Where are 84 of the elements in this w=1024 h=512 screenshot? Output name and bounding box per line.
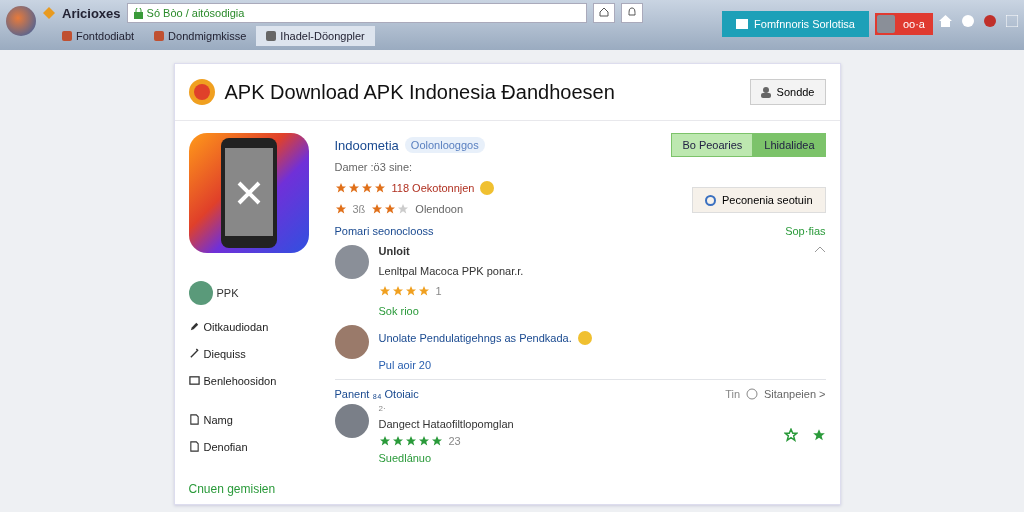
segment-button[interactable]: Bo Peoaries [671, 133, 754, 157]
sidebar-item[interactable]: Namg [188, 406, 311, 433]
star-icon [430, 435, 443, 447]
rating-count: 3ß [352, 203, 366, 215]
star-icon [391, 435, 404, 447]
profile-name: PPK [216, 287, 239, 299]
document-icon [188, 441, 200, 452]
browser-name: Aricioxes [62, 5, 121, 21]
document-icon [188, 414, 200, 425]
emoji-icon [577, 331, 592, 345]
star-icon [391, 285, 404, 297]
star-count: 1 [435, 285, 442, 297]
house-icon [598, 7, 609, 17]
comment-text: Dangect Hataofiltlopomglan [378, 418, 515, 430]
star-icon [404, 435, 417, 447]
star-icon [373, 182, 386, 194]
star-icon [378, 435, 391, 447]
avatar [334, 404, 369, 438]
sort-label: Tin [725, 388, 741, 400]
star-icon[interactable] [811, 428, 826, 442]
review-author: Unloit [378, 245, 411, 257]
address-field[interactable]: Só Bòo / aitósodigia [126, 3, 587, 23]
star-count: 23 [448, 435, 461, 447]
comment-rank: 2· [378, 404, 387, 413]
home-button[interactable] [592, 3, 615, 23]
bell-icon [626, 7, 637, 17]
star-icon [378, 285, 391, 297]
star-icon [384, 203, 397, 215]
sidebar-item[interactable]: Oitkaudiodan [188, 313, 311, 340]
star-icon [334, 203, 347, 215]
bell-button[interactable] [620, 3, 643, 23]
star-icon [417, 435, 430, 447]
lock-icon [133, 7, 143, 19]
emoji-icon [480, 181, 495, 195]
sidebar-item[interactable]: Diequiss [188, 340, 311, 367]
filter-link[interactable]: Sitanpeien > [764, 388, 826, 400]
browser-tab[interactable]: Fontdodiabt [52, 26, 145, 46]
rating-text: 118 Oekotonnjen [391, 182, 475, 194]
comment-status: Suedlánuo [378, 452, 433, 464]
rating-text: Olendoon [415, 203, 464, 215]
search-button[interactable]: Sondde [749, 79, 826, 105]
home-icon[interactable] [939, 15, 952, 27]
star-icon [397, 203, 410, 215]
star-icon [347, 182, 360, 194]
review-text: Lenltpal Macoca PPK ponar.r. [378, 265, 524, 277]
section-label: Pomari seonoclooss [334, 225, 434, 237]
pen-icon [188, 321, 200, 332]
chevron-up-icon[interactable] [813, 245, 826, 253]
browser-tab[interactable]: Dondmigmkisse [144, 26, 257, 46]
sidebar-item[interactable]: Benlehoosidon [188, 367, 311, 394]
star-icon [334, 182, 347, 194]
avatar [334, 325, 369, 359]
star-icon [371, 203, 384, 215]
app-logo-icon [188, 79, 215, 105]
browser-logo [6, 6, 36, 36]
card-icon [188, 375, 200, 386]
tab-icon [62, 31, 72, 41]
category-tag: Oolonlooggos [404, 137, 485, 153]
avatar [334, 245, 369, 279]
star-icon [360, 182, 373, 194]
wand-icon [188, 348, 200, 359]
browser-tab[interactable]: Ihadel-Döongpler [256, 26, 375, 46]
section-label: Panent ₈₄ Otoiaic [334, 388, 419, 400]
reply-text: Unolate Pendulatigehngs as Pendkada. [378, 332, 572, 344]
avatar [188, 281, 213, 305]
reply-meta: Pul aoir 20 [378, 359, 433, 371]
review-meta: Sok rioo [378, 305, 420, 317]
page-title: APK Download APK Indonesia Ðandhoesen [224, 80, 615, 104]
tab-icon [266, 31, 277, 41]
tab-icon [154, 31, 165, 41]
star-icon [417, 285, 430, 297]
segment-button[interactable]: Lhidalidea [753, 133, 826, 157]
app-name: Indoometia [334, 137, 399, 153]
see-all-link[interactable]: Sop·fias [785, 225, 826, 237]
user-button[interactable]: oo·a [874, 13, 933, 35]
sidebar-footer-link[interactable]: Cnuen gemisien [188, 482, 311, 496]
avatar [876, 15, 895, 33]
star-icon [404, 285, 417, 297]
secondary-button[interactable]: Peconenia seotuin [692, 187, 826, 213]
circle-icon [705, 194, 716, 206]
sidebar-item[interactable]: Denofian [188, 433, 311, 460]
star-outline-icon[interactable] [783, 428, 798, 442]
app-meta: Damer :ö3 sine: [334, 161, 414, 173]
person-icon [760, 86, 771, 98]
